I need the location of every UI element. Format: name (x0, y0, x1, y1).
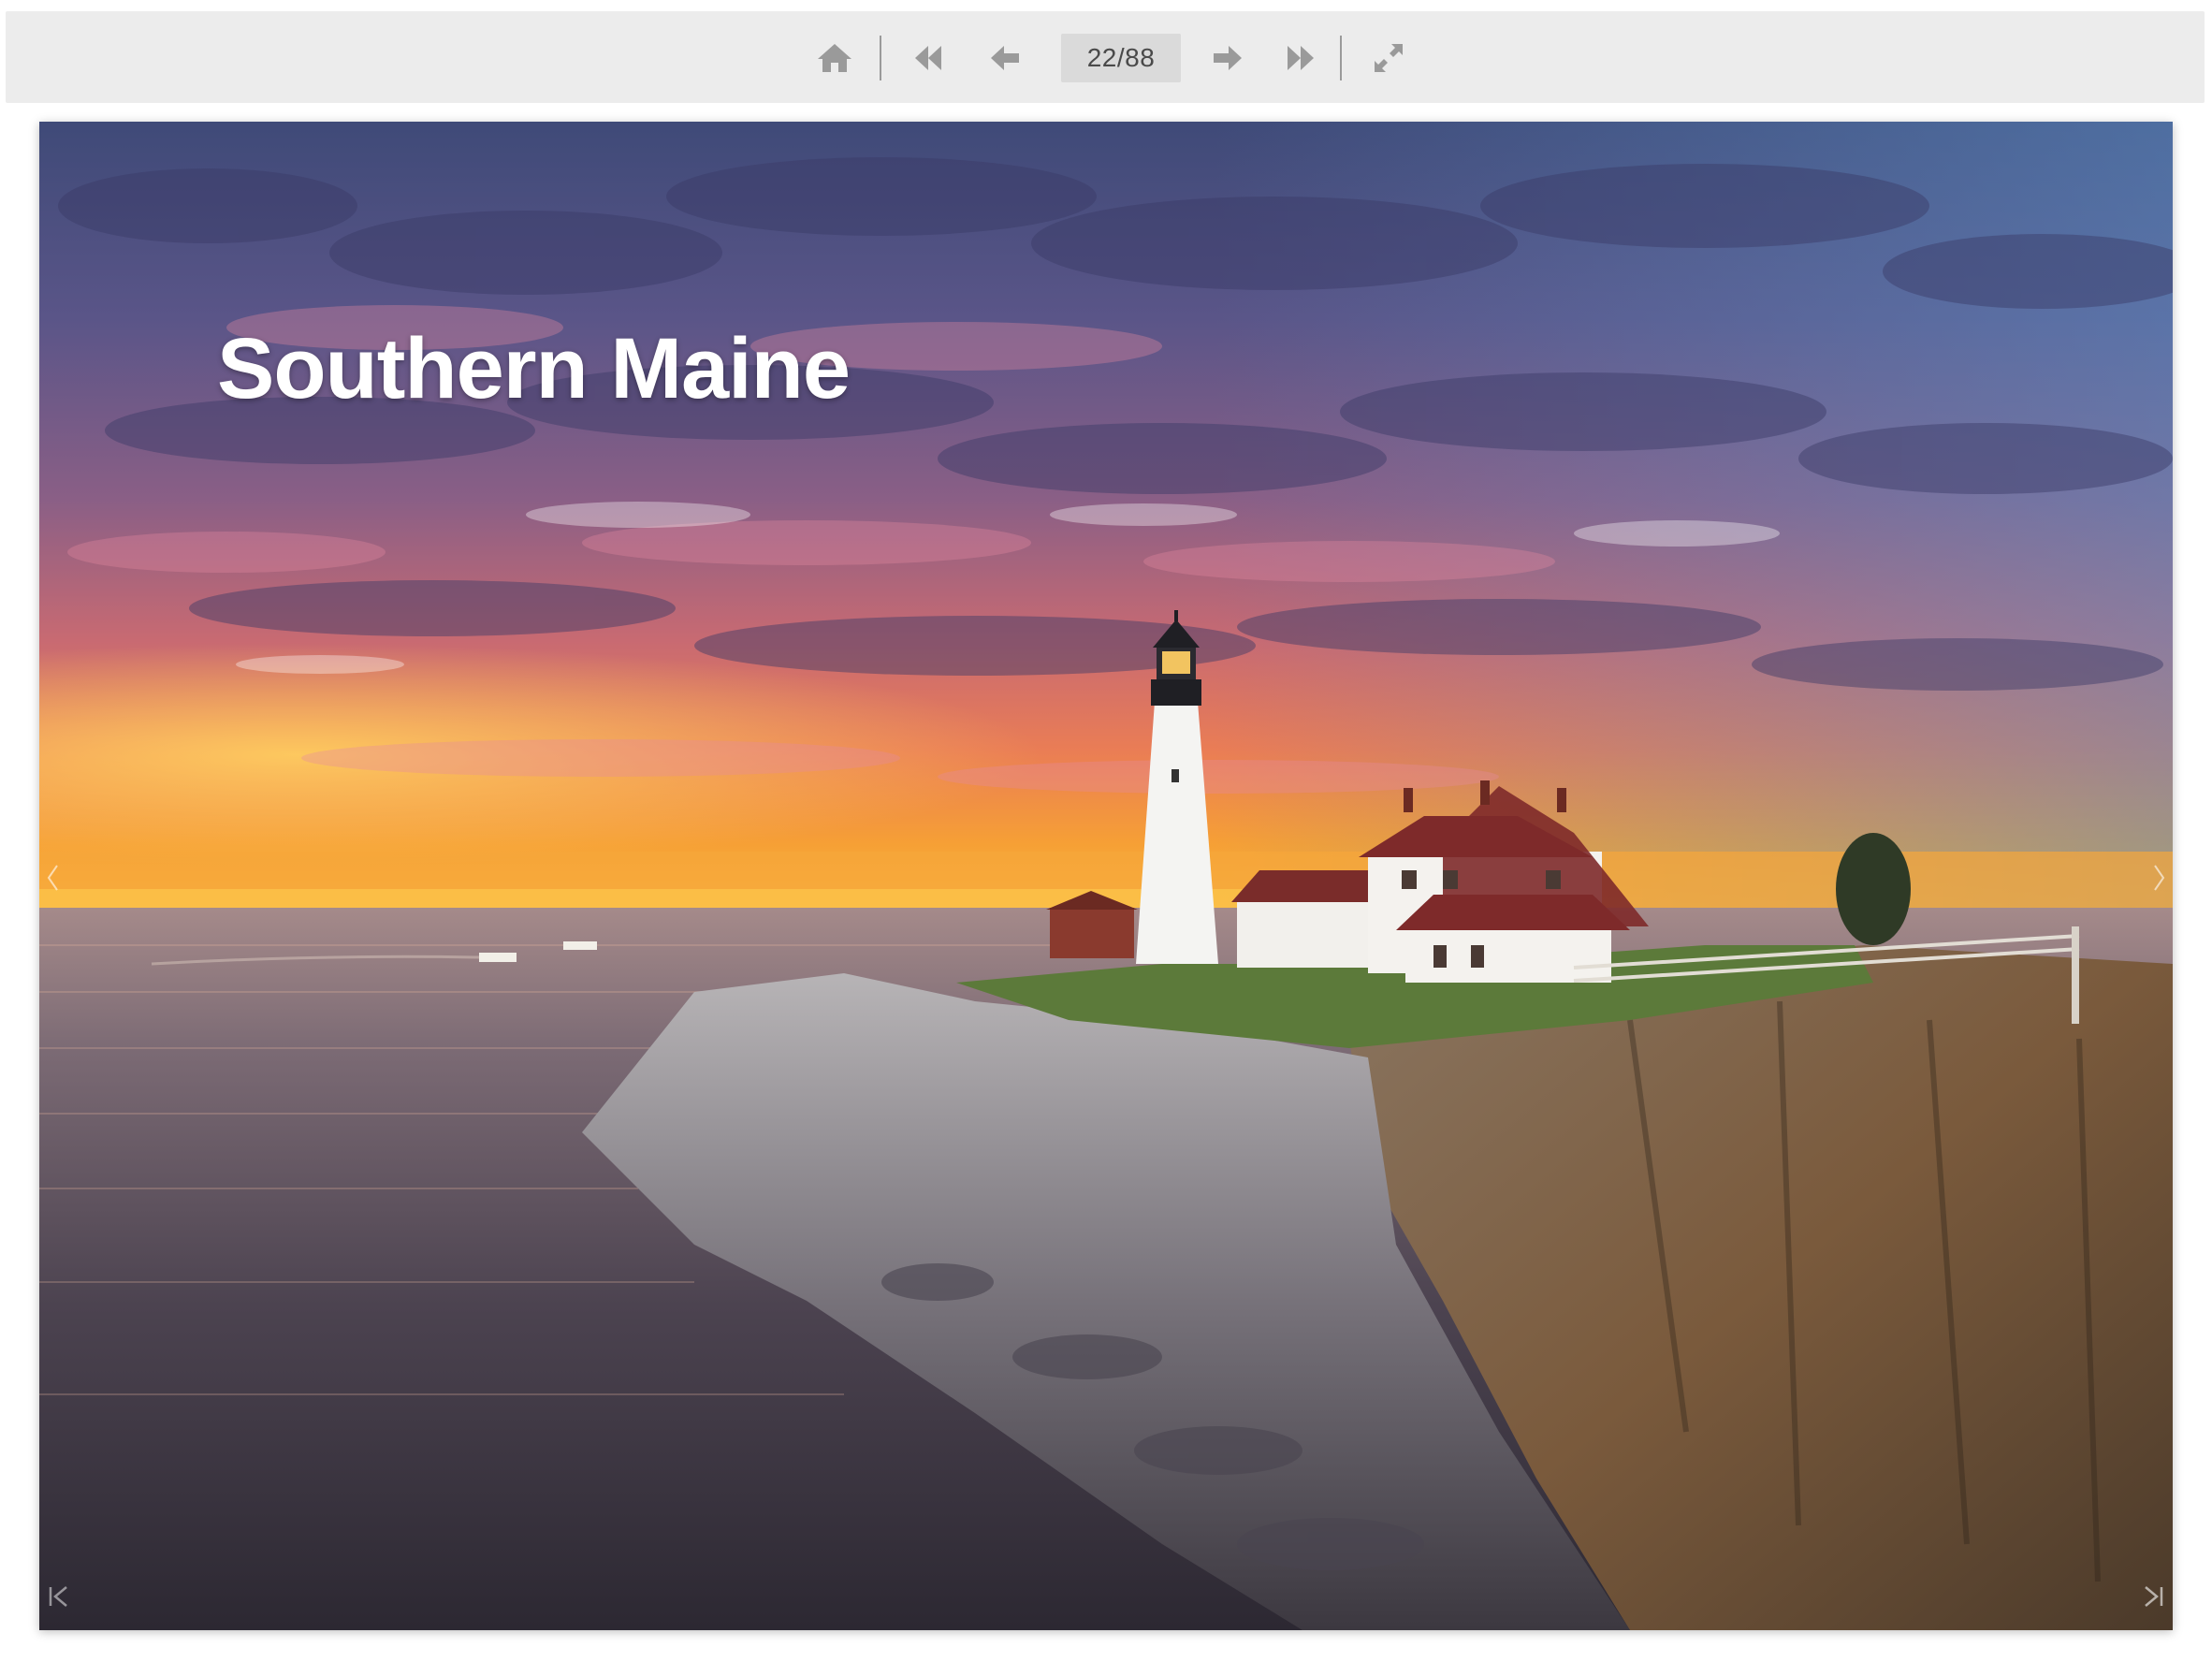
last-page-corner[interactable] (2139, 1582, 2167, 1615)
page-counter[interactable]: 22/88 (1061, 34, 1181, 82)
first-page-button[interactable] (906, 36, 951, 80)
arrow-right-icon (1211, 43, 1244, 73)
next-page-button[interactable] (1205, 36, 1250, 80)
home-icon (816, 41, 853, 75)
fullscreen-button[interactable] (1366, 36, 1411, 80)
skip-to-start-icon (48, 1584, 70, 1613)
toolbar-separator (1340, 36, 1342, 80)
first-page-corner[interactable] (45, 1582, 73, 1615)
double-arrow-right-icon (1284, 43, 1317, 73)
flipbook-viewer: 22/88 Southern Maine (0, 0, 2212, 1662)
page-title: Southern Maine (217, 321, 851, 416)
last-page-button[interactable] (1278, 36, 1323, 80)
previous-page-edge[interactable] (39, 852, 65, 908)
toolbar-separator (880, 36, 881, 80)
home-button[interactable] (812, 36, 857, 80)
arrow-left-icon (988, 43, 1022, 73)
double-arrow-left-icon (911, 43, 945, 73)
expand-icon (1372, 41, 1405, 75)
chevron-left-icon (46, 864, 59, 897)
skip-to-end-icon (2142, 1584, 2164, 1613)
viewer-toolbar: 22/88 (6, 11, 2205, 103)
chevron-right-icon (2153, 864, 2166, 897)
next-page-edge[interactable] (2147, 852, 2173, 908)
previous-page-button[interactable] (982, 36, 1027, 80)
flipbook-page: Southern Maine (39, 122, 2173, 1630)
